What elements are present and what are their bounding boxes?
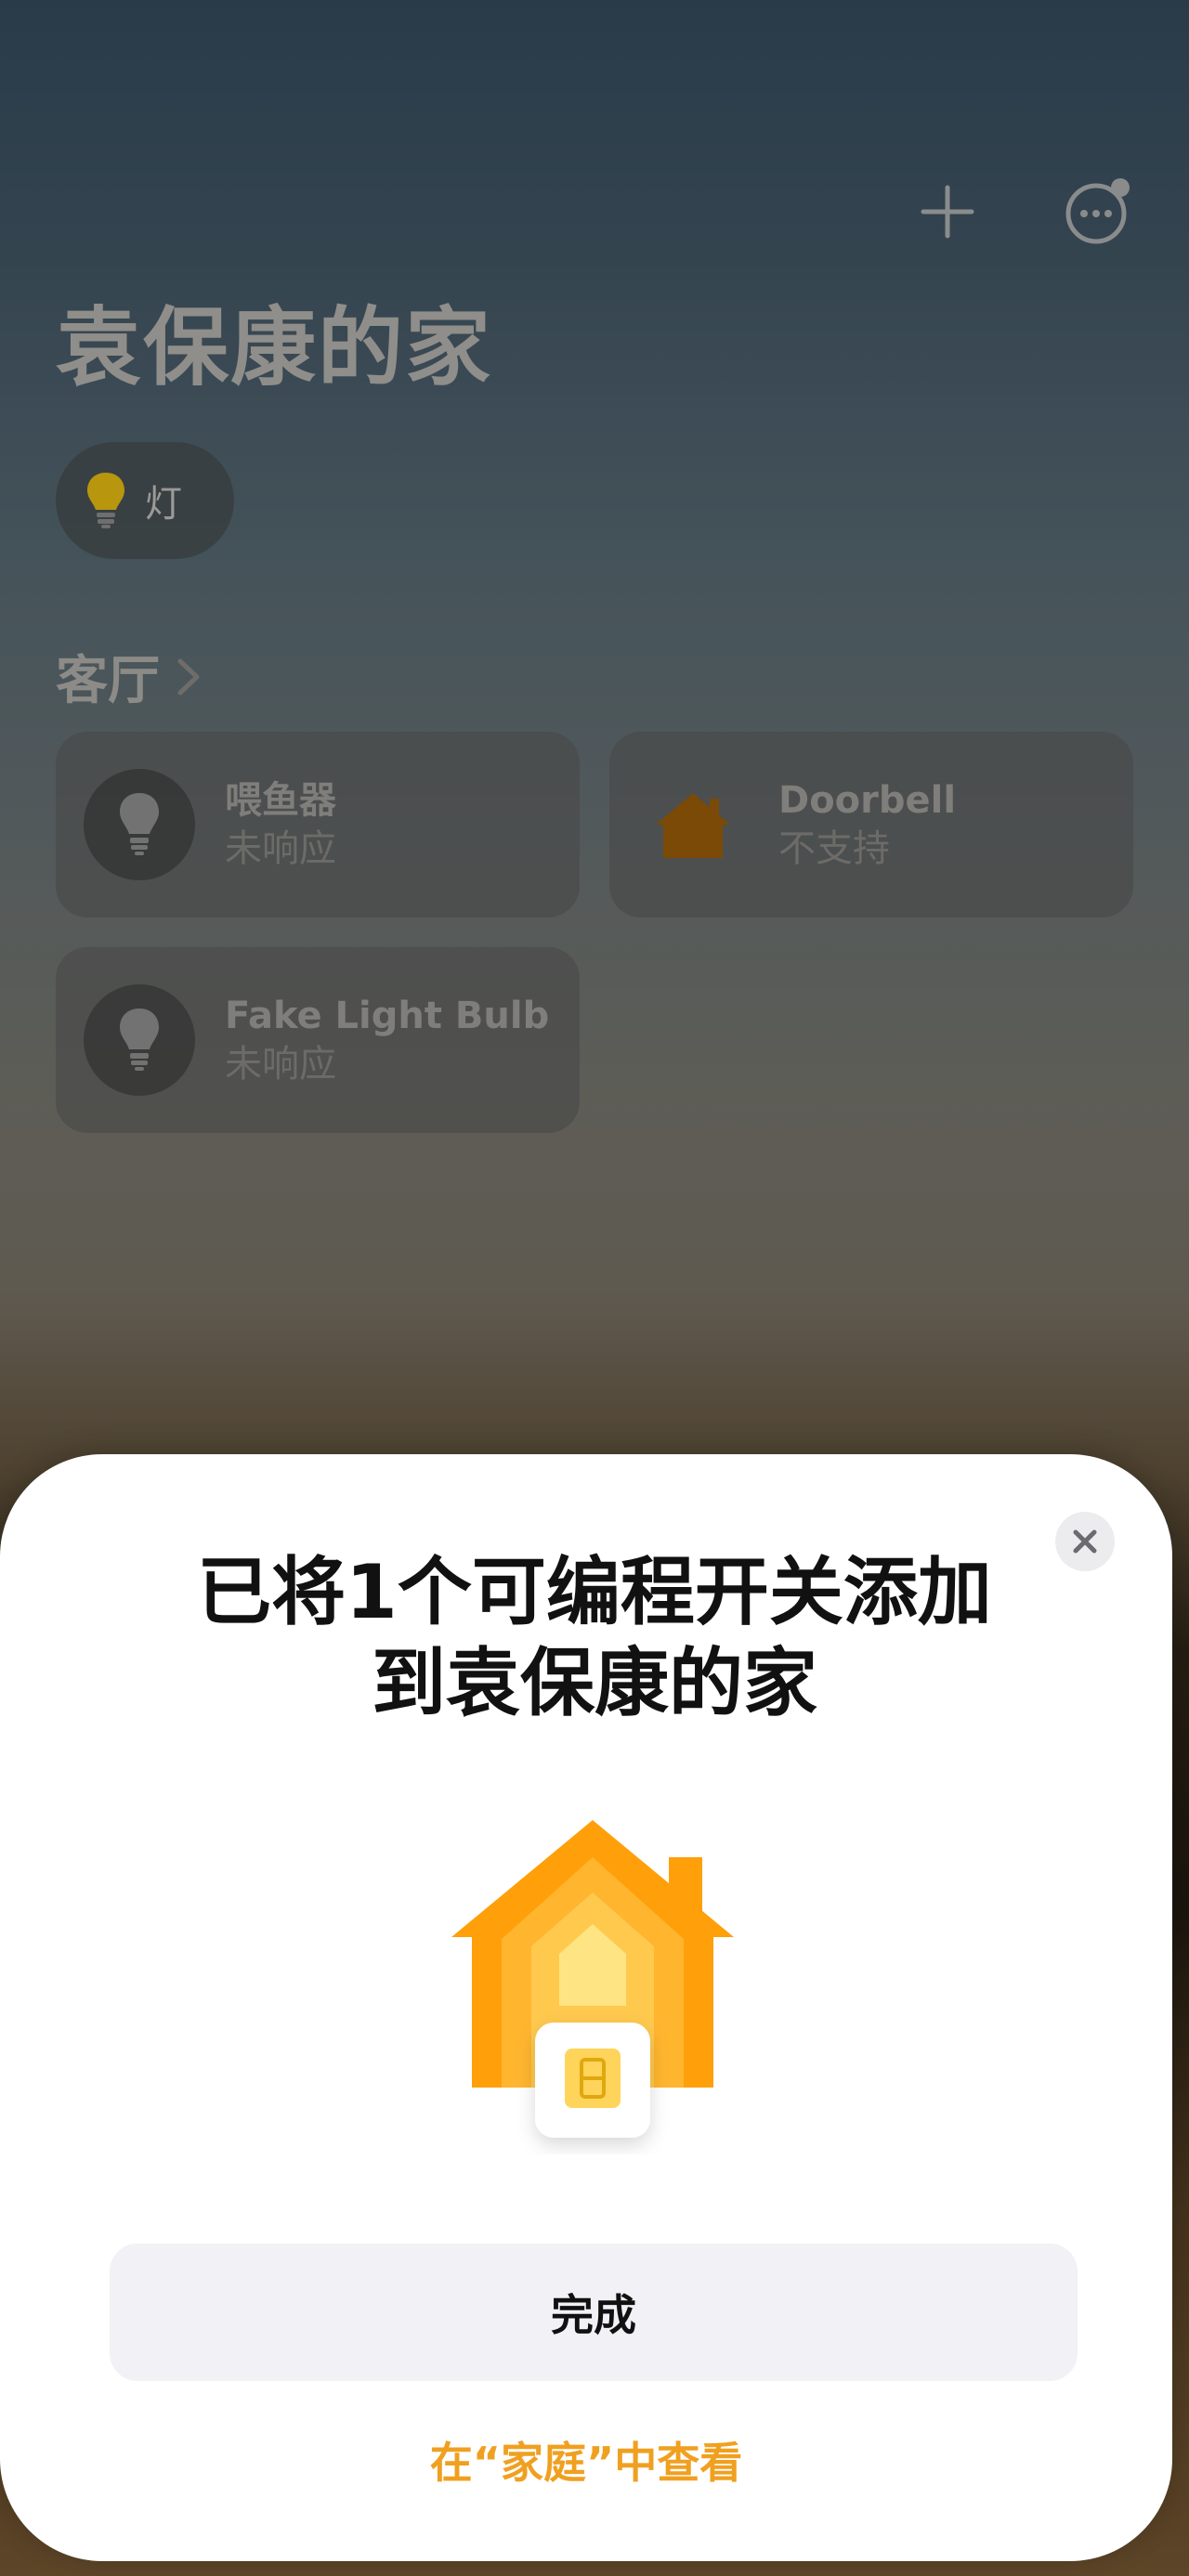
room-name: 客厅 [56, 651, 160, 711]
accessory-icon-container [637, 769, 749, 880]
lightbulb-icon [120, 1008, 159, 1071]
accessory-status: 未响应 [225, 1043, 336, 1086]
lights-category-button[interactable]: 灯 [56, 442, 234, 559]
accessory-status: 未响应 [225, 827, 336, 870]
accessory-name: Fake Light Bulb [225, 995, 550, 1037]
home-title: 袁保康的家 [56, 298, 493, 397]
accessory-tile-feeder[interactable]: 喂鱼器 未响应 [56, 732, 580, 917]
lightbulb-icon [87, 473, 124, 528]
sheet-title-line-2: 到袁保康的家 [372, 1640, 817, 1726]
sheet-title: 已将1个可编程开关添加 到袁保康的家 [111, 1547, 1078, 1729]
ellipsis-circle-icon [1065, 178, 1130, 244]
accessory-tile-doorbell[interactable]: Doorbell 不支持 [609, 732, 1133, 917]
accessory-icon-container [84, 769, 195, 880]
home-with-switch-icon [451, 1820, 734, 2138]
done-button[interactable]: 完成 [110, 2244, 1078, 2381]
accessory-name: Doorbell [778, 779, 957, 822]
lightbulb-icon [120, 793, 159, 855]
accessory-added-sheet: 已将1个可编程开关添加 到袁保康的家 完成 在“家庭”中查看 [0, 1454, 1172, 2561]
chevron-right-icon [177, 658, 200, 695]
accessory-tile-fake-light-bulb[interactable]: Fake Light Bulb 未响应 [56, 947, 580, 1133]
add-button[interactable] [912, 176, 983, 247]
accessory-icon-container [84, 984, 195, 1096]
lights-label: 灯 [145, 483, 182, 526]
more-button[interactable] [1063, 176, 1133, 247]
accessory-status: 不支持 [778, 827, 890, 870]
sheet-title-line-1: 已将1个可编程开关添加 [197, 1549, 992, 1635]
plus-icon [921, 185, 974, 239]
view-in-home-link[interactable]: 在“家庭”中查看 [0, 2429, 1172, 2491]
house-icon [656, 793, 730, 858]
accessory-name: 喂鱼器 [225, 779, 336, 822]
room-header-living-room[interactable]: 客厅 [56, 639, 204, 714]
